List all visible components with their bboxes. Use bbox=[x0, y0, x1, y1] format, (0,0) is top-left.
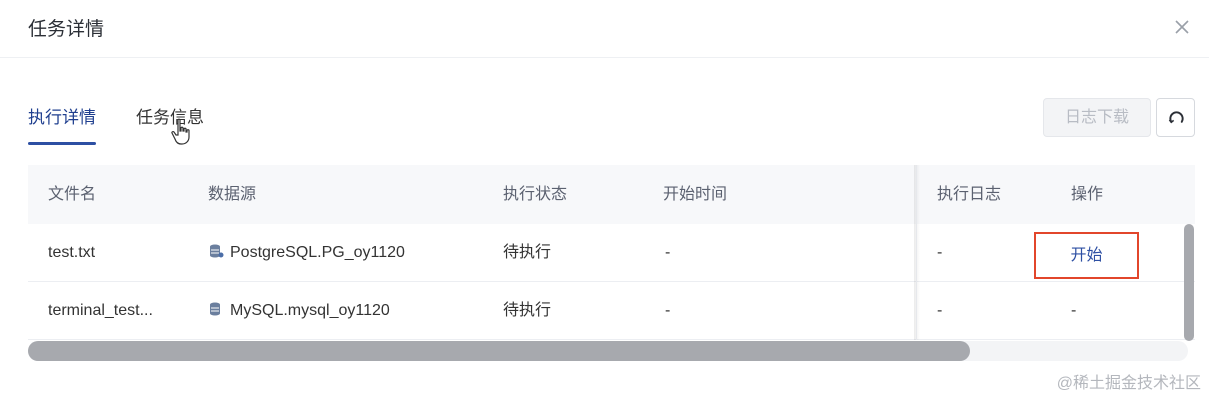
modal-header: 任务详情 bbox=[0, 0, 1209, 58]
cell-log: - bbox=[937, 244, 943, 261]
modal-title: 任务详情 bbox=[28, 19, 105, 40]
mysql-icon bbox=[210, 302, 220, 316]
active-tab-indicator bbox=[28, 142, 96, 145]
cell-datasource: PostgreSQL.PG_oy1120 bbox=[208, 224, 405, 282]
cell-status: 待执行 bbox=[503, 244, 552, 261]
start-button[interactable]: 开始 bbox=[1034, 232, 1139, 279]
column-header-action: 操作 bbox=[1071, 186, 1104, 203]
column-header-log: 执行日志 bbox=[937, 186, 1002, 203]
datasource-name: MySQL.mysql_oy1120 bbox=[230, 302, 390, 319]
task-table: 文件名 数据源 执行状态 开始时间 执行日志 操作 test.txt Postg… bbox=[28, 165, 1195, 363]
postgresql-icon bbox=[210, 244, 224, 258]
cell-action: - bbox=[1071, 302, 1077, 319]
hand-cursor-icon bbox=[171, 118, 190, 145]
refresh-icon bbox=[1168, 111, 1184, 124]
refresh-button[interactable] bbox=[1156, 98, 1195, 137]
download-log-button[interactable]: 日志下载 bbox=[1043, 98, 1151, 137]
cell-start-time: - bbox=[665, 302, 671, 319]
column-header-datasource: 数据源 bbox=[208, 186, 257, 203]
fixed-column-divider bbox=[916, 165, 917, 340]
fixed-column-shadow bbox=[914, 165, 920, 340]
table-row: terminal_test... MySQL.mysql_oy1120 待执行 … bbox=[28, 282, 1195, 340]
close-icon bbox=[1175, 20, 1189, 34]
cell-file-name: terminal_test... bbox=[48, 302, 153, 319]
cell-status: 待执行 bbox=[503, 302, 552, 319]
watermark: @稀土掘金技术社区 bbox=[1056, 375, 1201, 392]
table-header: 文件名 数据源 执行状态 开始时间 执行日志 操作 bbox=[28, 165, 1195, 224]
datasource-name: PostgreSQL.PG_oy1120 bbox=[230, 244, 405, 261]
table-row: test.txt PostgreSQL.PG_oy1120 待执行 - - bbox=[28, 224, 1195, 282]
horizontal-scrollbar-thumb[interactable] bbox=[28, 341, 970, 361]
column-header-file-name: 文件名 bbox=[48, 186, 97, 203]
cell-start-time: - bbox=[665, 244, 671, 261]
vertical-scrollbar-thumb[interactable] bbox=[1184, 224, 1194, 341]
column-header-status: 执行状态 bbox=[503, 186, 568, 203]
cell-log: - bbox=[937, 302, 943, 319]
cell-datasource: MySQL.mysql_oy1120 bbox=[208, 282, 390, 340]
close-button[interactable] bbox=[1171, 16, 1193, 38]
column-header-start-time: 开始时间 bbox=[663, 186, 728, 203]
tab-execution-details[interactable]: 执行详情 bbox=[28, 96, 96, 142]
cell-file-name: test.txt bbox=[48, 244, 96, 261]
